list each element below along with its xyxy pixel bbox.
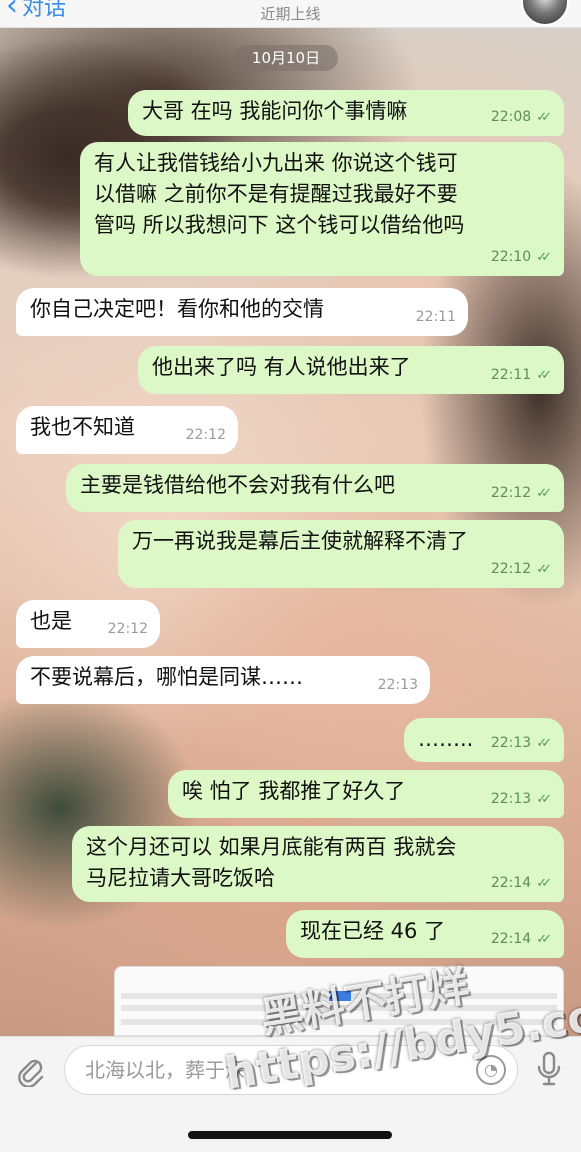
double-check-icon: ✓✓ bbox=[536, 876, 552, 891]
paperclip-icon[interactable] bbox=[14, 1055, 48, 1089]
message-text: 不要说幕后，哪怕是同谋…… bbox=[30, 665, 303, 689]
paperclip-icon-graphic bbox=[18, 1059, 44, 1088]
message-bubble[interactable]: 唉 怕了 我都推了好久了 22:13 ✓✓ bbox=[168, 770, 564, 818]
message-time: 22:11 bbox=[415, 309, 456, 325]
message-meta: 22:12 bbox=[186, 420, 226, 451]
message-time: 22:12 bbox=[107, 621, 148, 637]
message-meta: 22:10 ✓✓ bbox=[491, 242, 552, 273]
double-check-icon: ✓✓ bbox=[536, 792, 552, 807]
message-time: 22:13 bbox=[490, 735, 532, 751]
message-meta: 22:14 ✓✓ bbox=[491, 868, 552, 899]
message-text: 你自己决定吧！看你和他的交情 bbox=[30, 297, 324, 321]
message-meta: 22:12 ✓✓ bbox=[491, 478, 552, 509]
message-bubble[interactable]: 这个月还可以 如果月底能有两百 我就会 马尼拉请大哥吃饭哈 22:14 ✓✓ bbox=[72, 826, 564, 902]
message-bubble[interactable]: 也是 22:12 bbox=[16, 600, 160, 648]
message-meta: 22:11 bbox=[416, 302, 456, 333]
message-meta: 22:12 ✓✓ bbox=[491, 554, 552, 585]
message-text: 大哥 在吗 我能问你个事情嘛 bbox=[142, 99, 408, 123]
message-time: 22:10 bbox=[490, 249, 532, 265]
message-meta: 22:13 bbox=[378, 670, 418, 701]
message-time: 22:12 bbox=[490, 485, 532, 501]
double-check-icon: ✓✓ bbox=[536, 110, 552, 125]
message-time: 22:13 bbox=[490, 791, 532, 807]
message-bubble[interactable]: 不要说幕后，哪怕是同谋…… 22:13 bbox=[16, 656, 430, 704]
message-bubble[interactable]: 主要是钱借给他不会对我有什么吧 22:12 ✓✓ bbox=[66, 464, 564, 512]
message-bubble[interactable]: 我也不知道 22:12 bbox=[16, 406, 238, 454]
double-check-icon: ✓✓ bbox=[536, 368, 552, 383]
message-bubble[interactable]: 有人让我借钱给小九出来 你说这个钱可 以借嘛 之前你不是有提醒过我最好不要 管吗… bbox=[80, 142, 564, 276]
message-time: 22:13 bbox=[377, 677, 418, 693]
message-text: 万一再说我是幕后主使就解释不清了 bbox=[132, 529, 468, 553]
home-indicator bbox=[188, 1131, 392, 1139]
message-time: 22:11 bbox=[490, 367, 532, 383]
message-time: 22:08 bbox=[490, 109, 532, 125]
message-meta: 22:13 ✓✓ bbox=[491, 784, 552, 815]
double-check-icon: ✓✓ bbox=[536, 562, 552, 577]
message-text: 有人让我借钱给小九出来 你说这个钱可 以借嘛 之前你不是有提醒过我最好不要 管吗… bbox=[94, 151, 465, 237]
message-bubble[interactable]: 万一再说我是幕后主使就解释不清了 22:12 ✓✓ bbox=[118, 520, 564, 588]
date-separator: 10月10日 bbox=[234, 45, 338, 71]
message-text: 这个月还可以 如果月底能有两百 我就会 马尼拉请大哥吃饭哈 bbox=[86, 835, 457, 890]
message-bubble[interactable]: 他出来了吗 有人说他出来了 22:11 ✓✓ bbox=[138, 346, 564, 394]
double-check-icon: ✓✓ bbox=[536, 736, 552, 751]
message-bubble[interactable]: 你自己决定吧！看你和他的交情 22:11 bbox=[16, 288, 468, 336]
message-meta: 22:12 bbox=[108, 614, 148, 645]
contact-status: 近期上线 bbox=[260, 5, 321, 23]
message-bubble[interactable]: …….. 22:13 ✓✓ bbox=[404, 718, 564, 762]
message-time: 22:12 bbox=[185, 427, 226, 443]
double-check-icon: ✓✓ bbox=[536, 250, 552, 265]
message-meta: 22:13 ✓✓ bbox=[491, 728, 552, 759]
message-bubble[interactable]: 大哥 在吗 我能问你个事情嘛 22:08 ✓✓ bbox=[128, 90, 564, 136]
double-check-icon: ✓✓ bbox=[536, 486, 552, 501]
message-meta: 22:11 ✓✓ bbox=[491, 360, 552, 391]
message-text: 主要是钱借给他不会对我有什么吧 bbox=[80, 473, 395, 497]
message-meta: 22:08 ✓✓ bbox=[491, 102, 552, 133]
message-time: 22:14 bbox=[490, 875, 532, 891]
message-time: 22:12 bbox=[490, 561, 532, 577]
chat-header: ‹ 对话 近期上线 bbox=[0, 0, 581, 28]
